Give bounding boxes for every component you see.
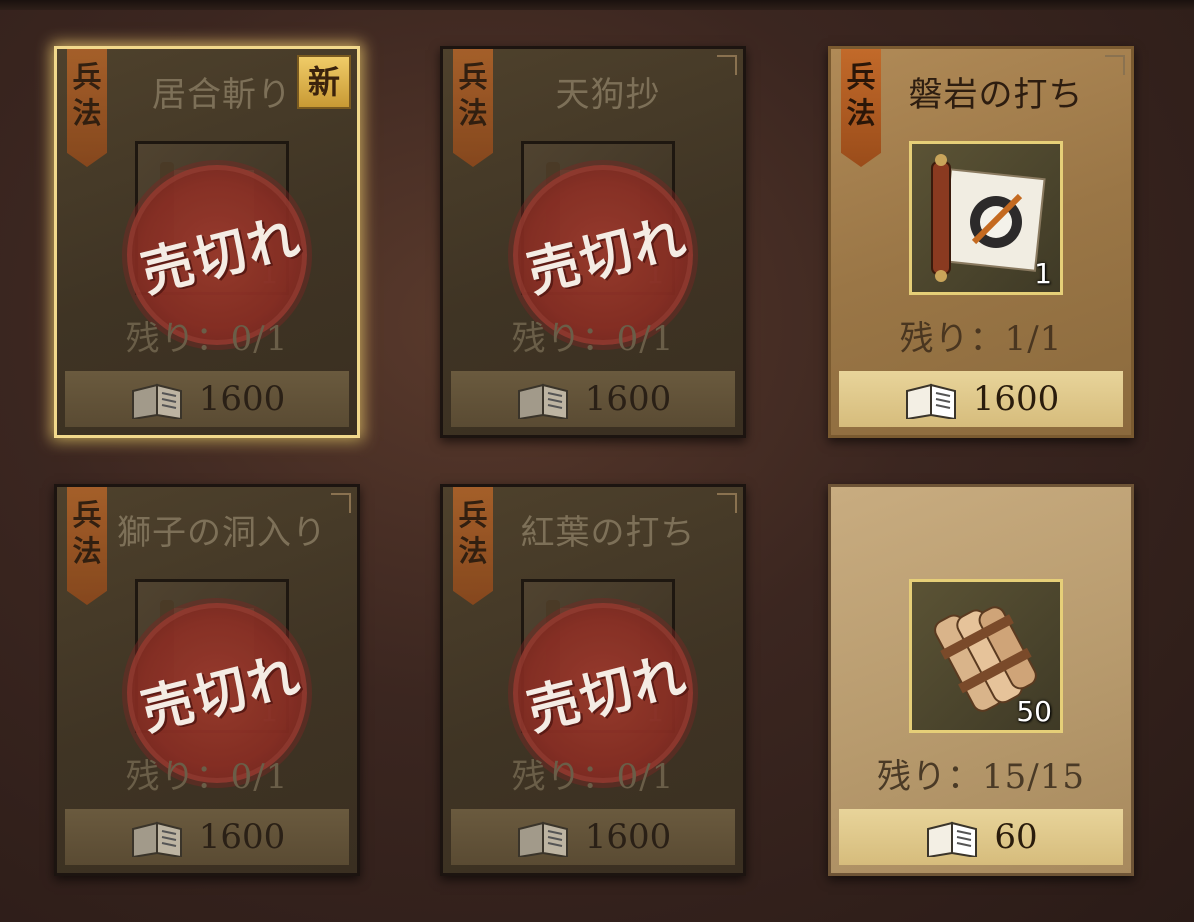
tag-char-bottom: 法 — [72, 96, 102, 130]
price-value: 1600 — [584, 379, 672, 419]
shop-card-tengusho[interactable]: 兵 法 天狗抄 1 売切れ 残り：0/1 1600 — [440, 46, 746, 438]
item-title: 磐岩の打ち — [908, 75, 1084, 115]
tag-char-bottom: 法 — [72, 534, 102, 568]
remaining-count: 残り：0/1 — [125, 319, 289, 359]
book-icon — [517, 383, 568, 419]
tag-char-top: 兵 — [846, 60, 876, 94]
book-icon — [927, 821, 978, 857]
book-icon — [131, 821, 182, 857]
price-bar: 60 — [839, 809, 1123, 865]
tag-char-bottom: 法 — [458, 534, 488, 568]
item-quantity: 50 — [1016, 695, 1052, 728]
remaining-count: 残り：0/1 — [511, 757, 675, 797]
item-title: 獅子の洞入り — [117, 513, 327, 553]
price-bar: 1600 — [65, 809, 349, 865]
tag-char-top: 兵 — [72, 60, 102, 94]
shop-card-material[interactable]: 50 残り：15/15 60 — [828, 484, 1134, 876]
item-quantity: 1 — [1034, 257, 1052, 290]
heiho-tag: 兵 法 — [841, 49, 881, 167]
remaining-count: 残り：0/1 — [511, 319, 675, 359]
item-title: 紅葉の打ち — [520, 513, 696, 553]
price-bar: 1600 — [451, 371, 735, 427]
item-title: 天狗抄 — [555, 75, 661, 115]
price-value: 1600 — [972, 379, 1060, 419]
item-icon-frame: 1 — [909, 141, 1063, 295]
remaining-count: 残り：15/15 — [877, 757, 1085, 797]
price-bar: 1600 — [839, 371, 1123, 427]
book-icon — [131, 383, 182, 419]
tag-char-bottom: 法 — [846, 96, 876, 130]
new-badge: 新 — [297, 55, 351, 109]
heiho-tag: 兵 法 — [67, 487, 107, 605]
price-bar: 1600 — [451, 809, 735, 865]
tag-char-top: 兵 — [458, 498, 488, 532]
top-bar — [0, 0, 1194, 10]
remaining-count: 残り：0/1 — [125, 757, 289, 797]
item-icon-frame: 50 — [909, 579, 1063, 733]
price-bar: 1600 — [65, 371, 349, 427]
price-value: 1600 — [198, 379, 286, 419]
tag-char-top: 兵 — [72, 498, 102, 532]
book-icon — [905, 383, 956, 419]
shop-card-momiji[interactable]: 兵 法 紅葉の打ち 1 売切れ 残り：0/1 1600 — [440, 484, 746, 876]
tag-char-top: 兵 — [458, 60, 488, 94]
shop-card-shishi[interactable]: 兵 法 獅子の洞入り 1 売切れ 残り：0/1 1600 — [54, 484, 360, 876]
tag-char-bottom: 法 — [458, 96, 488, 130]
book-icon — [517, 821, 568, 857]
remaining-count: 残り：1/1 — [899, 319, 1063, 359]
shop-card-iaigiri[interactable]: 兵 法 居合斬り 新 1 売切れ 残り：0/1 1600 — [54, 46, 360, 438]
price-value: 1600 — [584, 817, 672, 857]
price-value: 60 — [994, 817, 1038, 857]
heiho-tag: 兵 法 — [67, 49, 107, 167]
shop-card-bangan[interactable]: 兵 法 磐岩の打ち 1 残り：1/1 1600 — [828, 46, 1134, 438]
heiho-tag: 兵 法 — [453, 49, 493, 167]
price-value: 1600 — [198, 817, 286, 857]
heiho-tag: 兵 法 — [453, 487, 493, 605]
